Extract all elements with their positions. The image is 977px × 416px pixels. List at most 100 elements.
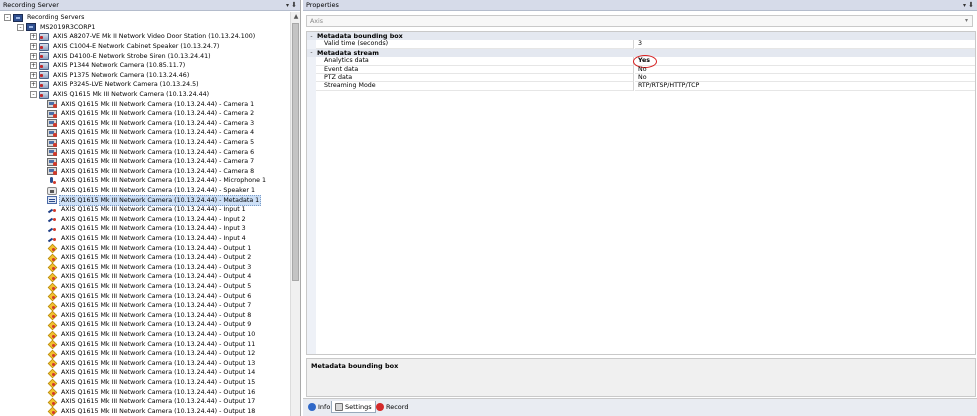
- tree-node[interactable]: AXIS Q1615 Mk III Network Camera (10.13.…: [47, 119, 256, 129]
- tree-node[interactable]: AXIS Q1615 Mk III Network Camera (10.13.…: [47, 397, 257, 407]
- expand-icon[interactable]: +: [30, 52, 37, 60]
- collapse-icon[interactable]: -: [307, 49, 316, 56]
- scroll-up-icon[interactable]: ▲: [291, 12, 301, 22]
- tree-node[interactable]: - Recording Servers: [4, 13, 86, 23]
- tree-node-label: AXIS Q1615 Mk III Network Camera (10.13.…: [61, 292, 252, 300]
- tree-node[interactable]: AXIS Q1615 Mk III Network Camera (10.13.…: [47, 359, 257, 369]
- output-icon: [47, 292, 57, 300]
- tree-node-label: AXIS Q1615 Mk III Network Camera (10.13.…: [61, 283, 252, 291]
- tree-node-label: AXIS Q1615 Mk III Network Camera (10.13.…: [61, 273, 252, 281]
- collapse-icon[interactable]: -: [30, 91, 37, 99]
- tree-node[interactable]: AXIS Q1615 Mk III Network Camera (10.13.…: [47, 253, 253, 263]
- tree-node[interactable]: AXIS Q1615 Mk III Network Camera (10.13.…: [47, 147, 256, 157]
- property-value[interactable]: No: [635, 74, 975, 83]
- expand-icon[interactable]: +: [30, 62, 37, 70]
- recording-server-pane: Recording Server ▾ ⬇ - Recording Servers -…: [0, 0, 301, 416]
- tree-node[interactable]: - AXIS Q1615 Mk III Network Camera (10.13…: [30, 90, 211, 100]
- tree-node[interactable]: AXIS Q1615 Mk III Network Camera (10.13.…: [47, 243, 253, 253]
- tree-node[interactable]: AXIS Q1615 Mk III Network Camera (10.13.…: [47, 224, 248, 234]
- tree-node[interactable]: AXIS Q1615 Mk III Network Camera (10.13.…: [47, 349, 257, 359]
- tree-node[interactable]: + AXIS P1375 Network Camera (10.13.24.46): [30, 71, 191, 81]
- description-title: Metadata bounding box: [311, 362, 399, 370]
- device-tree[interactable]: - Recording Servers - MS2019R3CORP1 + AXIS A8…: [0, 12, 290, 416]
- info-icon: [308, 403, 316, 411]
- tree-node-label: AXIS Q1615 Mk III Network Camera (10.13.…: [61, 311, 252, 319]
- device-combo[interactable]: Axis ▾: [306, 15, 973, 27]
- tree-node[interactable]: + AXIS C1004-E Network Cabinet Speaker (1…: [30, 42, 221, 52]
- property-row[interactable]: PTZ data No: [307, 74, 975, 83]
- tree-node[interactable]: AXIS Q1615 Mk III Network Camera (10.13.…: [47, 378, 257, 388]
- dropdown-arrow-icon[interactable]: ▾: [963, 0, 966, 11]
- output-icon: [47, 398, 57, 406]
- tree-node[interactable]: AXIS Q1615 Mk III Network Camera (10.13.…: [47, 234, 248, 244]
- property-name: Streaming Mode: [316, 82, 634, 91]
- tree-node[interactable]: AXIS Q1615 Mk III Network Camera (10.13.…: [47, 128, 256, 138]
- tree-scrollbar[interactable]: ▲: [290, 12, 300, 416]
- input-icon: [47, 225, 57, 233]
- tree-node-label: AXIS Q1615 Mk III Network Camera (10.13.…: [61, 110, 255, 118]
- tree-node[interactable]: - MS2019R3CORP1: [17, 23, 97, 33]
- tree-node[interactable]: AXIS Q1615 Mk III Network Camera (10.13.…: [47, 282, 253, 292]
- tree-node[interactable]: AXIS Q1615 Mk III Network Camera (10.13.…: [47, 311, 253, 321]
- tab-settings[interactable]: Settings: [331, 401, 376, 413]
- tree-node-label: AXIS Q1615 Mk III Network Camera (10.13.…: [53, 91, 210, 99]
- tree-node[interactable]: AXIS Q1615 Mk III Network Camera (10.13.…: [47, 167, 256, 177]
- tree-node[interactable]: AXIS Q1615 Mk III Network Camera (10.13.…: [47, 339, 257, 349]
- output-icon: [47, 359, 57, 367]
- property-name: Valid time (seconds): [316, 40, 634, 49]
- tree-node[interactable]: AXIS Q1615 Mk III Network Camera (10.13.…: [47, 176, 268, 186]
- property-value[interactable]: Yes: [635, 57, 975, 66]
- tree-node[interactable]: AXIS Q1615 Mk III Network Camera (10.13.…: [47, 138, 256, 148]
- tree-node[interactable]: AXIS Q1615 Mk III Network Camera (10.13.…: [47, 272, 253, 282]
- tree-node[interactable]: AXIS Q1615 Mk III Network Camera (10.13.…: [47, 109, 256, 119]
- property-value[interactable]: No: [635, 66, 975, 74]
- input-icon: [47, 206, 57, 214]
- expand-icon[interactable]: +: [30, 81, 37, 89]
- tree-node[interactable]: + AXIS D4100-E Network Strobe Siren (10.1…: [30, 51, 213, 61]
- property-row[interactable]: Event data No: [307, 65, 975, 74]
- output-icon: [47, 273, 57, 281]
- tab-record[interactable]: Record: [373, 401, 411, 413]
- tree-node-label: AXIS Q1615 Mk III Network Camera (10.13.…: [61, 398, 256, 406]
- camera-device-icon: [39, 61, 49, 70]
- camera-channel-icon: [47, 100, 57, 109]
- tree-node[interactable]: AXIS Q1615 Mk III Network Camera (10.13.…: [47, 291, 253, 301]
- pin-icon[interactable]: ⬇: [291, 0, 297, 11]
- tree-node[interactable]: + AXIS P3245-LVE Network Camera (10.13.24…: [30, 80, 201, 90]
- tree-node-label: AXIS Q1615 Mk III Network Camera (10.13.…: [61, 379, 256, 387]
- tree-node[interactable]: + AXIS A8207-VE Mk II Network Video Door …: [30, 32, 257, 42]
- tree-node[interactable]: AXIS Q1615 Mk III Network Camera (10.13.…: [47, 215, 248, 225]
- property-category[interactable]: - Metadata bounding box: [307, 32, 975, 41]
- tree-node[interactable]: AXIS Q1615 Mk III Network Camera (10.13.…: [47, 194, 262, 206]
- collapse-icon[interactable]: -: [307, 33, 316, 40]
- camera-channel-icon: [47, 167, 57, 176]
- pin-icon[interactable]: ⬇: [968, 0, 974, 11]
- tree-node[interactable]: AXIS Q1615 Mk III Network Camera (10.13.…: [47, 205, 248, 215]
- property-row[interactable]: Valid time (seconds) 3: [307, 40, 975, 49]
- tree-node[interactable]: AXIS Q1615 Mk III Network Camera (10.13.…: [47, 320, 253, 330]
- tree-node[interactable]: AXIS Q1615 Mk III Network Camera (10.13.…: [47, 99, 256, 109]
- expand-icon[interactable]: +: [30, 33, 37, 41]
- expand-icon[interactable]: +: [30, 71, 37, 79]
- collapse-icon[interactable]: -: [4, 14, 11, 22]
- scroll-thumb[interactable]: [292, 23, 299, 281]
- property-grid[interactable]: - Metadata bounding box Valid time (second…: [306, 31, 976, 355]
- tree-node-label: AXIS Q1615 Mk III Network Camera (10.13.…: [61, 388, 256, 396]
- property-value[interactable]: RTP/RTSP/HTTP/TCP: [635, 82, 975, 91]
- tree-node[interactable]: + AXIS P1344 Network Camera (10.85.11.7): [30, 61, 187, 71]
- tree-node[interactable]: AXIS Q1615 Mk III Network Camera (10.13.…: [47, 301, 253, 311]
- pane-title: Properties: [306, 1, 339, 9]
- property-row[interactable]: Streaming Mode RTP/RTSP/HTTP/TCP: [307, 82, 975, 91]
- chevron-down-icon[interactable]: ▾: [961, 16, 972, 26]
- tree-node[interactable]: AXIS Q1615 Mk III Network Camera (10.13.…: [47, 330, 257, 340]
- dropdown-arrow-icon[interactable]: ▾: [286, 0, 289, 11]
- tree-node[interactable]: AXIS Q1615 Mk III Network Camera (10.13.…: [47, 387, 257, 397]
- tab-info[interactable]: Info: [305, 401, 333, 413]
- property-value[interactable]: 3: [635, 40, 975, 49]
- tree-node[interactable]: AXIS Q1615 Mk III Network Camera (10.13.…: [47, 407, 257, 416]
- expand-icon[interactable]: +: [30, 43, 37, 51]
- tree-node[interactable]: AXIS Q1615 Mk III Network Camera (10.13.…: [47, 157, 256, 167]
- tree-node[interactable]: AXIS Q1615 Mk III Network Camera (10.13.…: [47, 368, 257, 378]
- tree-node[interactable]: AXIS Q1615 Mk III Network Camera (10.13.…: [47, 263, 253, 273]
- collapse-icon[interactable]: -: [17, 23, 24, 31]
